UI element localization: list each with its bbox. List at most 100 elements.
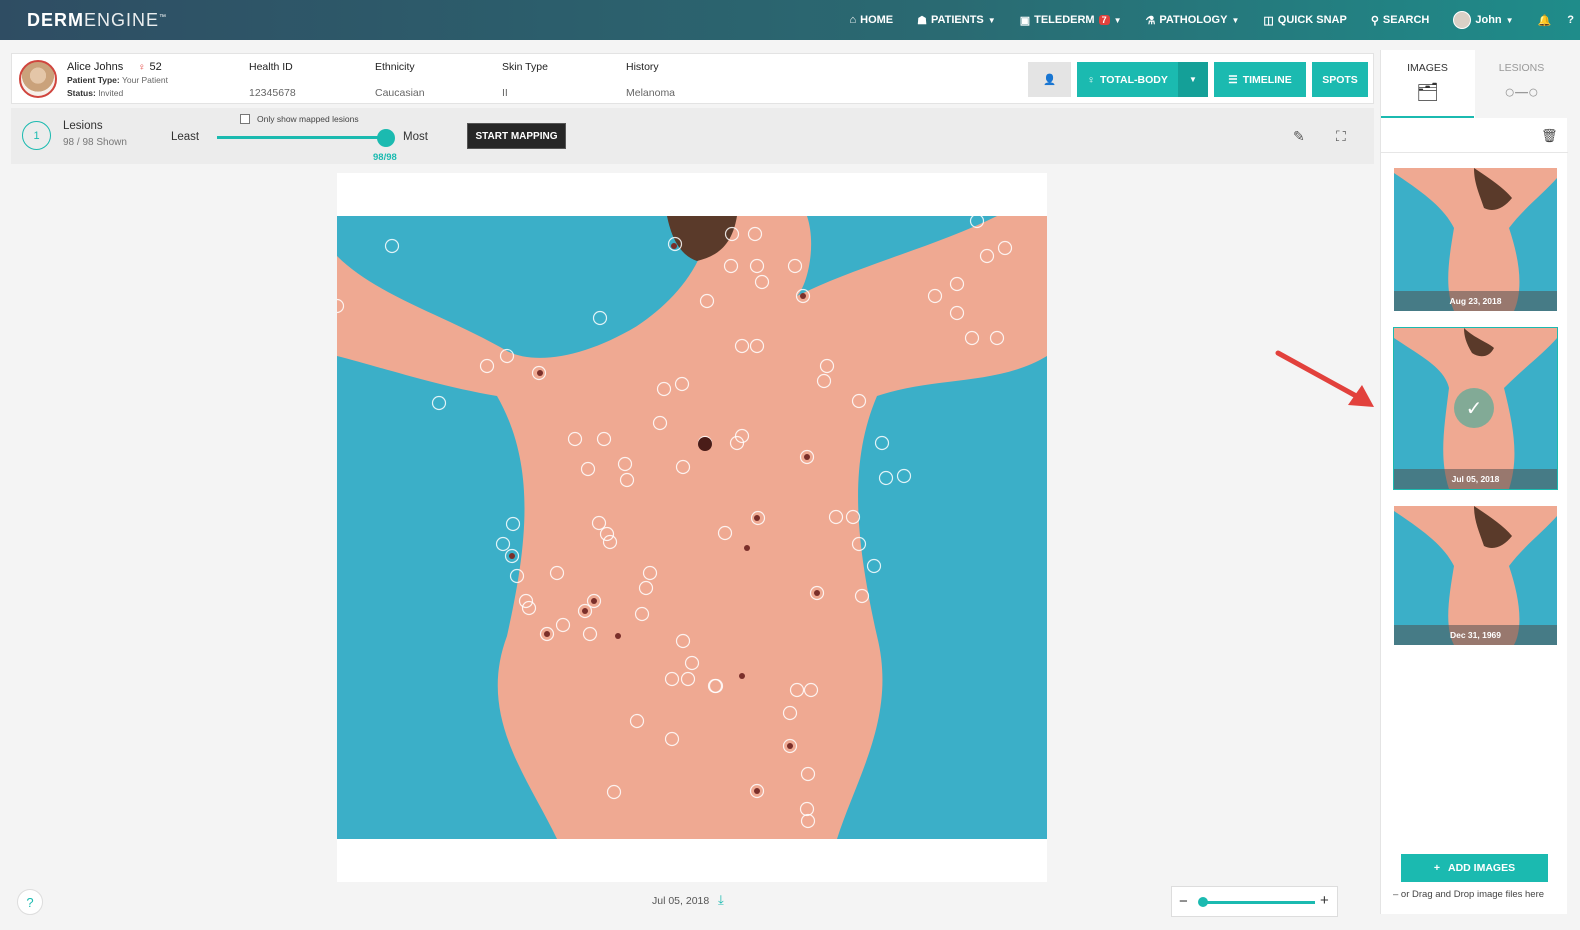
patient-age: ♀ 52 xyxy=(138,61,162,73)
chevron-down-icon: ▼ xyxy=(1113,15,1122,25)
mole-spot xyxy=(804,454,810,460)
timeline-icon: ☰ xyxy=(1228,73,1238,86)
lesions-title: Lesions xyxy=(63,120,103,132)
search-icon: ⚲ xyxy=(1370,14,1379,27)
lesion-marker[interactable] xyxy=(866,558,882,574)
patient-status: Status: Invited xyxy=(67,88,124,98)
zoom-out-icon[interactable]: − xyxy=(1179,893,1188,910)
images-icon: 🗂 xyxy=(1416,82,1439,102)
lesion-slider-value: 98/98 xyxy=(373,152,397,163)
mole-spot xyxy=(800,293,806,299)
nav-user-menu[interactable]: John ▼ xyxy=(1453,11,1514,29)
tab-lesions[interactable]: LESIONS ○─○ xyxy=(1475,50,1568,118)
plus-icon: + xyxy=(1433,862,1441,874)
mole-spot xyxy=(509,553,515,559)
lesion-marker[interactable] xyxy=(384,238,400,254)
nav-search[interactable]: ⚲ SEARCH xyxy=(1371,14,1430,27)
large-mole[interactable] xyxy=(698,437,712,451)
lesion-step-indicator: 1 xyxy=(22,121,51,150)
mole-spot xyxy=(544,631,550,637)
patient-avatar[interactable] xyxy=(19,60,57,98)
ethnicity-label: Ethnicity xyxy=(375,61,415,73)
thumbnail-date: Jul 05, 2018 xyxy=(1394,469,1557,489)
help-icon: ? xyxy=(1567,14,1574,26)
start-mapping-button[interactable]: START MAPPING xyxy=(467,123,566,149)
chevron-down-icon: ▼ xyxy=(1505,15,1514,25)
lesion-marker[interactable] xyxy=(431,395,447,411)
ethnicity-value: Caucasian xyxy=(375,87,425,99)
history-value: Melanoma xyxy=(626,87,676,99)
zoom-slider-track[interactable] xyxy=(1202,901,1315,904)
app-logo[interactable]: DERMENGINE™ xyxy=(27,10,167,31)
total-body-dropdown[interactable]: ▼ xyxy=(1178,62,1208,97)
lesion-marker[interactable] xyxy=(874,435,890,451)
chevron-down-icon: ▼ xyxy=(987,15,996,25)
edit-icon[interactable]: ✎ xyxy=(1293,128,1305,145)
nav-telederm[interactable]: ▣ TELEDERM 7 ▼ xyxy=(1020,14,1122,27)
patient-info-bar: Alice Johns ♀ 52 Patient Type: Your Patie… xyxy=(11,53,1374,104)
body-image-viewer xyxy=(337,173,1047,882)
zoom-control: − + xyxy=(1171,886,1338,917)
divider xyxy=(1381,152,1568,153)
zoom-in-icon[interactable]: + xyxy=(1320,892,1329,909)
timeline-button[interactable]: ☰ TIMELINE xyxy=(1214,62,1306,97)
download-icon[interactable]: ⤓ xyxy=(718,892,724,908)
nav-notifications[interactable]: 🔔 xyxy=(1538,14,1552,27)
thumbnail-1[interactable]: Aug 23, 2018 xyxy=(1394,168,1557,311)
bell-icon: 🔔 xyxy=(1537,14,1552,27)
tab-images[interactable]: IMAGES 🗂 xyxy=(1381,50,1474,118)
mole-spot xyxy=(615,633,621,639)
body-silhouette xyxy=(337,216,1047,839)
top-navbar: DERMENGINE™ ⌂ HOME ☗ PATIENTS ▼ ▣ TELEDERM 7 ▼… xyxy=(0,0,1580,40)
thumbnail-date: Dec 31, 1969 xyxy=(1394,625,1557,645)
lesion-marker[interactable] xyxy=(896,468,912,484)
body-icon: ♀ xyxy=(1087,73,1095,86)
patient-type: Patient Type: Your Patient xyxy=(67,75,168,85)
thumbnail-2-selected[interactable]: ✓ Jul 05, 2018 xyxy=(1393,327,1558,490)
nav-help[interactable]: ? xyxy=(1567,14,1574,26)
fullscreen-icon[interactable]: ⛶ xyxy=(1336,128,1346,145)
mole-spot xyxy=(671,243,677,249)
nav-pathology[interactable]: ⚗ PATHOLOGY ▼ xyxy=(1146,14,1240,27)
patient-profile-button[interactable]: 👤 xyxy=(1028,62,1071,97)
nav-home[interactable]: ⌂ HOME xyxy=(849,14,893,26)
lesion-slider-track[interactable] xyxy=(217,136,385,139)
add-images-button[interactable]: + ADD IMAGES xyxy=(1401,854,1548,882)
lesion-slider-handle[interactable] xyxy=(377,129,395,147)
microscope-icon: ⚗ xyxy=(1145,14,1156,27)
total-body-button[interactable]: ♀ TOTAL-BODY xyxy=(1077,62,1178,97)
body-photo[interactable] xyxy=(337,216,1047,839)
mole-spot xyxy=(582,608,588,614)
chevron-down-icon: ▼ xyxy=(1231,15,1240,25)
skin-type-label: Skin Type xyxy=(502,61,548,73)
health-id-label: Health ID xyxy=(249,61,293,73)
user-icon: 👤 xyxy=(1042,74,1057,86)
home-icon: ⌂ xyxy=(849,14,857,26)
notification-badge: 7 xyxy=(1098,15,1110,25)
camera-icon: ◫ xyxy=(1263,14,1274,27)
telederm-icon: ▣ xyxy=(1019,14,1031,27)
nav-quick-snap[interactable]: ◫ QUICK SNAP xyxy=(1263,14,1346,27)
only-mapped-checkbox[interactable] xyxy=(240,114,250,124)
check-icon: ✓ xyxy=(1454,388,1494,428)
trash-icon[interactable]: 🗑 xyxy=(1541,128,1558,144)
mole-spot xyxy=(754,515,760,521)
lesion-marker[interactable] xyxy=(495,536,511,552)
help-button[interactable]: ? xyxy=(17,889,43,915)
skin-type-value: II xyxy=(502,87,508,99)
zoom-slider-handle[interactable] xyxy=(1198,897,1208,907)
lesion-marker[interactable] xyxy=(592,310,608,326)
nav-patients[interactable]: ☗ PATIENTS ▼ xyxy=(917,14,996,27)
lesion-marker[interactable] xyxy=(505,516,521,532)
female-icon: ♀ xyxy=(138,62,146,73)
avatar xyxy=(1453,11,1472,29)
patient-name: Alice Johns xyxy=(67,61,124,73)
mole-spot xyxy=(814,590,820,596)
only-mapped-label: Only show mapped lesions xyxy=(257,114,359,124)
spots-button[interactable]: SPOTS xyxy=(1312,62,1368,97)
thumbnail-3[interactable]: Dec 31, 1969 xyxy=(1394,506,1557,645)
lesion-marker[interactable] xyxy=(878,470,894,486)
drag-drop-hint: – or Drag and Drop image files here xyxy=(1393,889,1545,900)
mole-spot xyxy=(537,370,543,376)
health-id-value: 12345678 xyxy=(249,87,296,99)
